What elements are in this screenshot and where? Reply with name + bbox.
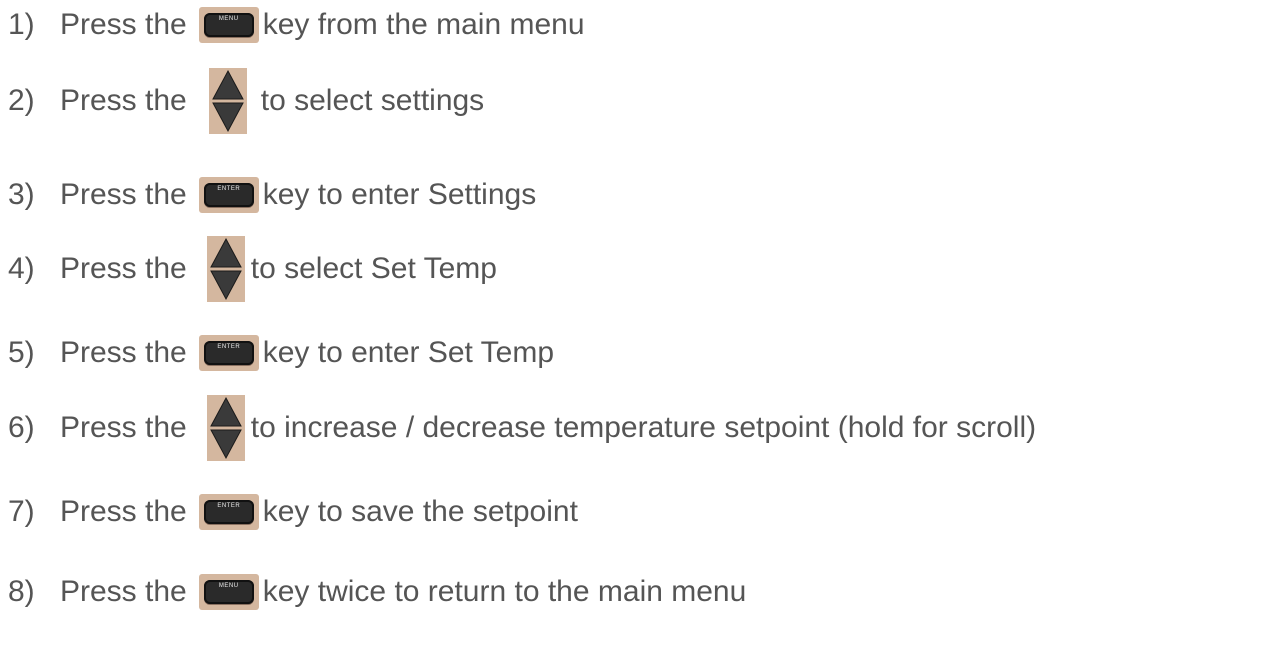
step-text: key to enter Settings [262,178,537,211]
menu-key-icon: MENU [198,574,259,610]
step-prefix: Press the [60,84,187,117]
menu-key-icon: MENU [198,7,259,43]
step-prefix: Press the [60,8,187,41]
step-prefix: Press the [60,336,187,369]
step-2: 2) Press the to select settings [8,66,484,136]
step-prefix: Press the [60,252,187,285]
step-number: 7) [8,495,35,528]
step-number: 2) [8,84,35,117]
step-number: 8) [8,575,35,608]
enter-key-label: ENTER [217,503,241,509]
step-1: 1) Press the MENU key from the main menu [8,0,585,60]
menu-key-label: MENU [218,583,239,589]
step-prefix: Press the [60,495,187,528]
step-text: key to save the setpoint [262,495,578,528]
up-down-arrow-key-icon [206,395,245,461]
menu-key-label: MENU [218,16,239,22]
step-5: 5) Press the ENTER key to enter Set Temp [8,318,554,388]
step-prefix: Press the [60,575,187,608]
step-number: 1) [8,8,35,41]
up-down-arrow-key-icon [208,68,247,134]
step-number: 4) [8,252,35,285]
step-prefix: Press the [60,411,187,444]
enter-key-icon: ENTER [198,494,259,530]
step-number: 6) [8,411,35,444]
enter-key-label: ENTER [217,186,241,192]
step-7: 7) Press the ENTER key to save the setpo… [8,477,578,547]
step-text: key twice to return to the main menu [262,575,747,608]
step-text: to select Set Temp [250,252,497,285]
step-number: 3) [8,178,35,211]
step-text: key to enter Set Temp [262,336,555,369]
enter-key-icon: ENTER [198,177,259,213]
step-8: 8) Press the MENU key twice to return to… [8,557,746,627]
step-3: 3) Press the ENTER key to enter Settings [8,160,536,230]
enter-key-label: ENTER [217,344,241,350]
step-4: 4) Press the to select Set Temp [8,234,497,304]
step-6: 6) Press the to increase / decrease temp… [8,393,1036,463]
step-text: key from the main menu [262,8,585,41]
step-text: to increase / decrease temperature setpo… [250,411,1037,444]
instruction-list: 1) Press the MENU key from the main menu… [8,0,1278,647]
step-number: 5) [8,336,35,369]
step-text: to select settings [260,84,485,117]
enter-key-icon: ENTER [198,335,259,371]
step-prefix: Press the [60,178,187,211]
up-down-arrow-key-icon [206,236,245,302]
